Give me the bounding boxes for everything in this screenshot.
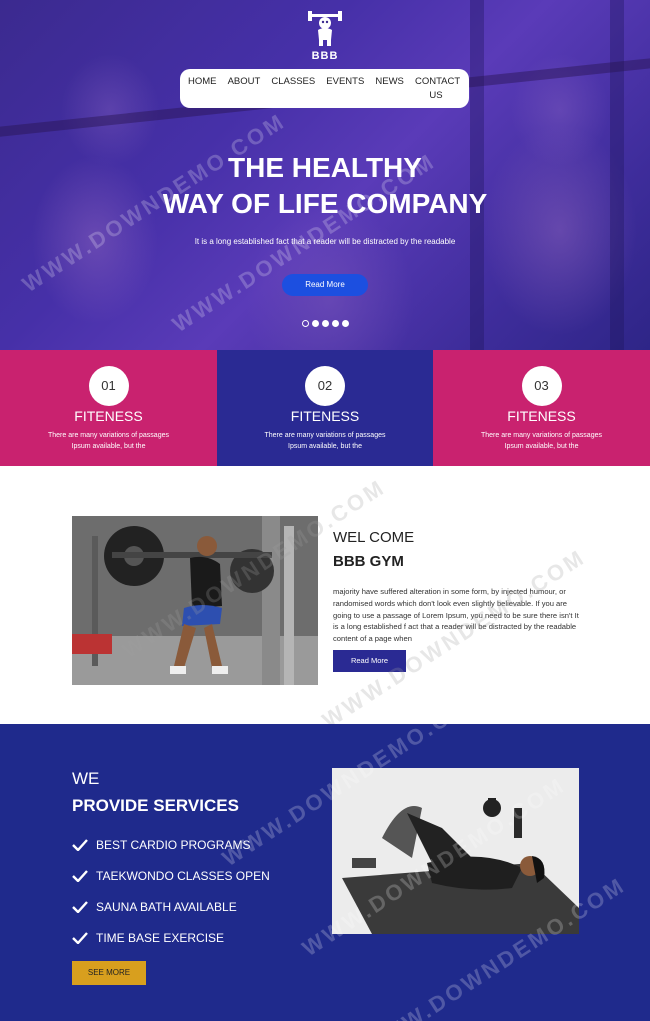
feature-description-line: There are many variations of passages <box>480 432 602 439</box>
service-item: BEST CARDIO PROGRAMS <box>72 829 270 860</box>
nav-about[interactable]: ABOUT <box>228 75 261 89</box>
hero-title-line2: WAY OF LIFE COMPANY <box>162 188 488 219</box>
service-item-label: TAEKWONDO CLASSES OPEN <box>96 868 270 883</box>
feature-description-line: There are many variations of passages <box>47 432 169 439</box>
feature-description-line: Ipsum available, but the <box>71 443 146 450</box>
features-strip: 01 FITENESS There are many variations of… <box>0 350 650 466</box>
service-item-label: SAUNA BATH AVAILABLE <box>96 899 237 914</box>
hero-read-more-button[interactable]: Read More <box>282 274 368 296</box>
feature-description-line: Ipsum available, but the <box>288 443 362 450</box>
floor-exercise-photo <box>332 768 579 934</box>
check-icon <box>72 838 88 851</box>
services-list: BEST CARDIO PROGRAMS TAEKWONDO CLASSES O… <box>72 829 270 953</box>
feature-number: 03 <box>521 366 562 406</box>
feature-title: FITENESS <box>74 408 143 424</box>
feature-number: 02 <box>305 366 345 406</box>
nav-contact[interactable]: CONTACT US <box>415 75 460 103</box>
check-icon <box>72 869 88 882</box>
service-item: TAEKWONDO CLASSES OPEN <box>72 860 270 891</box>
brand-name: BBB <box>311 50 339 62</box>
service-item: SAUNA BATH AVAILABLE <box>72 891 270 922</box>
feature-description: There are many variations of passages Ip… <box>433 430 650 452</box>
slider-dot[interactable] <box>302 320 309 327</box>
nav-home[interactable]: HOME <box>188 75 217 89</box>
check-icon <box>72 900 88 913</box>
feature-card[interactable]: 02 FITENESS There are many variations of… <box>217 350 433 466</box>
nav-events[interactable]: EVENTS <box>326 75 364 89</box>
slider-dot[interactable] <box>322 320 329 327</box>
feature-description-line: Ipsum available, but the <box>504 443 579 450</box>
barbell-mascot-icon <box>308 11 342 46</box>
service-item-label: BEST CARDIO PROGRAMS <box>96 837 251 852</box>
main-nav: HOME ABOUT CLASSES EVENTS NEWS CONTACT U… <box>180 69 469 108</box>
service-item-label: TIME BASE EXERCISE <box>96 930 225 945</box>
slider-dot[interactable] <box>342 320 349 327</box>
hero-section: BBB HOME ABOUT CLASSES EVENTS NEWS CONTA… <box>0 0 650 350</box>
services-section: WE PROVIDE SERVICES BEST CARDIO PROGRAMS… <box>0 682 650 1021</box>
hero-subtitle: It is a long established fact that a rea… <box>194 237 456 246</box>
check-icon <box>72 931 88 944</box>
slider-dot[interactable] <box>332 320 339 327</box>
feature-title: FITENESS <box>290 408 360 424</box>
welcome-section: WEL COME BBB GYM majority have suffered … <box>0 466 650 733</box>
site-logo[interactable]: BBB <box>300 8 350 68</box>
welcome-read-more-button[interactable]: Read More <box>333 650 406 672</box>
welcome-body-text: majority have suffered alteration in som… <box>333 587 579 644</box>
slider-dots <box>302 320 349 327</box>
nav-classes[interactable]: CLASSES <box>271 75 315 89</box>
feature-card[interactable]: 01 FITENESS There are many variations of… <box>0 350 217 466</box>
feature-card[interactable]: 03 FITENESS There are many variations of… <box>433 350 650 466</box>
feature-description-line: There are many variations of passages <box>264 432 386 439</box>
feature-description: There are many variations of passages Ip… <box>0 430 217 452</box>
nav-news[interactable]: NEWS <box>375 75 404 89</box>
gym-squat-photo <box>72 516 318 685</box>
welcome-title-line2: BBB GYM <box>333 553 404 570</box>
slider-dot[interactable] <box>312 320 319 327</box>
see-more-button[interactable]: SEE MORE <box>72 961 146 985</box>
service-item: TIME BASE EXERCISE <box>72 922 270 953</box>
hero-title-line1: THE HEALTHY <box>228 152 422 183</box>
services-title-line2: PROVIDE SERVICES <box>72 796 239 815</box>
feature-number: 01 <box>88 366 129 406</box>
services-title-line1: WE <box>72 769 100 788</box>
feature-description: There are many variations of passages Ip… <box>217 430 433 452</box>
welcome-title-line1: WEL COME <box>333 529 415 546</box>
feature-title: FITENESS <box>507 408 576 424</box>
